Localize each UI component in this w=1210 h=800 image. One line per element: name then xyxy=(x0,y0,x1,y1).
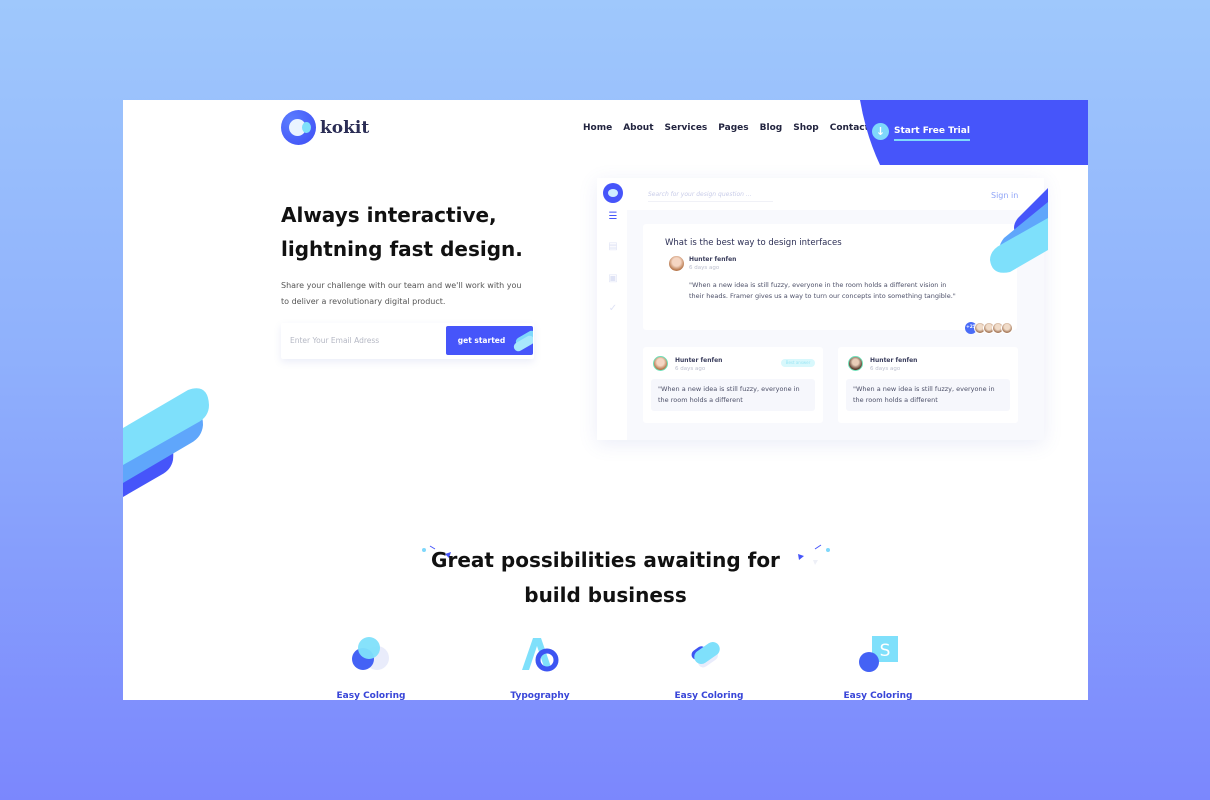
features-title-line2: build business xyxy=(524,583,687,607)
mockup-content: What is the best way to design interface… xyxy=(627,210,1044,440)
download-arrow-icon: ↓ xyxy=(872,123,889,140)
post-time: 6 days ago xyxy=(689,265,720,271)
features-title-line1: Great possibilities awaiting for xyxy=(431,548,780,572)
author-name: Hunter fenfen xyxy=(689,256,737,263)
email-signup-form: get started xyxy=(281,323,534,359)
answer-card[interactable]: Hunter fenfen 6 days ago "When a new ide… xyxy=(838,347,1018,423)
typography-icon xyxy=(522,638,559,672)
hero-title-line1: Always interactive, xyxy=(281,203,497,227)
answer-quote: "When a new idea is still fuzzy, everyon… xyxy=(853,385,995,404)
nav-shop[interactable]: Shop xyxy=(793,123,819,133)
nav-contact[interactable]: Contact xyxy=(830,123,869,133)
author-name: Hunter fenfen xyxy=(675,357,723,364)
answer-card[interactable]: Hunter fenfen 6 days ago Best answer "Wh… xyxy=(643,347,823,423)
author-avatar xyxy=(669,256,684,271)
features-title: Great possibilities awaiting for build b… xyxy=(123,543,1088,613)
start-free-trial-label: Start Free Trial xyxy=(894,126,970,141)
left-stripes-decoration xyxy=(123,388,209,497)
svg-text:S: S xyxy=(880,641,891,661)
brand-logo[interactable]: kokit xyxy=(281,110,369,145)
question-title: What is the best way to design interface… xyxy=(665,238,842,248)
author-avatar xyxy=(653,356,668,371)
contact-icon[interactable]: ▣ xyxy=(607,273,619,285)
get-started-label: get started xyxy=(457,336,506,345)
color-circles-icon xyxy=(352,637,389,670)
hero-title-line2: lightning fast design. xyxy=(281,237,523,261)
feature-label: Easy Coloring xyxy=(336,691,406,700)
answer-quote: "When a new idea is still fuzzy, everyon… xyxy=(658,385,800,404)
feature-item[interactable]: S Easy Coloring xyxy=(818,634,938,700)
logo-circle-icon xyxy=(281,110,316,145)
sliders-icon[interactable]: ☰ xyxy=(607,211,619,223)
nav-pages[interactable]: Pages xyxy=(718,123,748,133)
feature-item[interactable]: Easy Coloring xyxy=(649,634,769,700)
landing-page: kokit Home About Services Pages Blog Sho… xyxy=(123,100,1088,700)
right-stripes-decoration xyxy=(990,188,1048,273)
pill-shapes-icon xyxy=(691,641,720,668)
nav-services[interactable]: Services xyxy=(665,123,708,133)
post-time: 6 days ago xyxy=(870,366,901,372)
check-icon[interactable]: ✓ xyxy=(607,303,619,315)
mockup-search-input[interactable]: Search for your design question ... xyxy=(648,191,773,202)
best-answer-badge: Best answer xyxy=(781,359,815,367)
nav-about[interactable]: About xyxy=(623,123,653,133)
feature-label: Easy Coloring xyxy=(843,691,913,700)
app-mockup: ☰ ▤ ▣ ✓ Search for your design question … xyxy=(597,178,1044,440)
document-icon[interactable]: ▤ xyxy=(607,241,619,253)
participant-avatar xyxy=(1001,322,1013,334)
post-time: 6 days ago xyxy=(675,366,706,372)
feature-item[interactable]: Easy Coloring xyxy=(311,634,431,700)
main-nav: Home About Services Pages Blog Shop Cont… xyxy=(583,123,880,133)
mockup-logo-icon xyxy=(603,183,623,203)
nav-blog[interactable]: Blog xyxy=(760,123,783,133)
author-name: Hunter fenfen xyxy=(870,357,918,364)
feature-label: Easy Coloring xyxy=(674,691,744,700)
participants-stack[interactable]: +25 xyxy=(965,322,1013,334)
answer-quote-box: "When a new idea is still fuzzy, everyon… xyxy=(651,379,815,411)
hero-title: Always interactive, lightning fast desig… xyxy=(281,198,523,266)
mockup-sidebar: ☰ ▤ ▣ ✓ xyxy=(597,178,627,440)
feature-label: Typography xyxy=(510,691,570,700)
brand-name: kokit xyxy=(320,117,370,138)
feature-item[interactable]: Typography xyxy=(480,634,600,700)
author-avatar xyxy=(848,356,863,371)
start-free-trial-button[interactable]: ↓ Start Free Trial xyxy=(872,122,970,141)
hero-subtitle: Share your challenge with our team and w… xyxy=(281,281,522,306)
question-quote: "When a new idea is still fuzzy, everyon… xyxy=(689,281,956,300)
email-input[interactable] xyxy=(281,323,441,357)
s-square-icon: S xyxy=(859,636,898,672)
nav-home[interactable]: Home xyxy=(583,123,612,133)
question-card[interactable]: What is the best way to design interface… xyxy=(643,224,1017,334)
get-started-button[interactable]: get started xyxy=(446,326,533,355)
answer-quote-box: "When a new idea is still fuzzy, everyon… xyxy=(846,379,1010,411)
